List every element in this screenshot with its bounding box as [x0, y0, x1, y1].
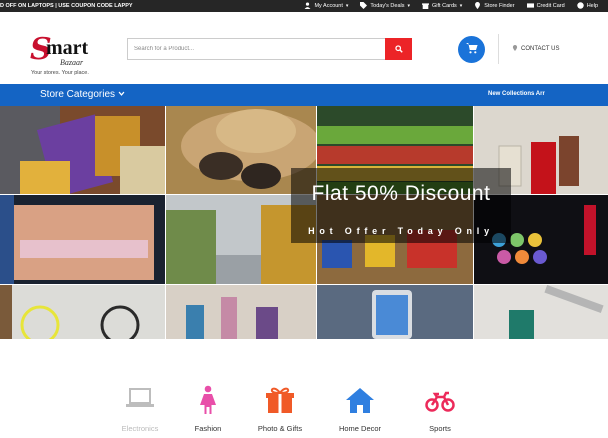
- top-nav: My Account ▾ Today's Deals ▾ Gift Cards …: [304, 0, 598, 12]
- caret-down-icon: ▾: [407, 3, 411, 9]
- store-finder-label: Store Finder: [484, 3, 515, 9]
- credit-card-link[interactable]: Credit Card: [526, 2, 565, 11]
- banner-tile-perfume: [166, 285, 317, 339]
- my-account-link[interactable]: My Account ▾: [304, 1, 349, 11]
- cart-button[interactable]: [458, 36, 485, 63]
- site-logo[interactable]: S mart Bazaar Your stores. Your place.: [30, 32, 100, 82]
- category-home-decor[interactable]: Home Decor: [320, 385, 400, 433]
- help-label: Help: [586, 3, 598, 9]
- banner-headline: Flat 50% Discount: [311, 182, 491, 205]
- gift-icon: [422, 2, 430, 11]
- map-marker-icon: [512, 45, 518, 53]
- help-icon: [576, 1, 584, 11]
- search-icon: [394, 40, 403, 58]
- motorcycle-icon: [400, 385, 480, 415]
- banner-subline: Hot Offer Today Only: [308, 226, 494, 236]
- logo-tagline: Your stores. Your place.: [31, 70, 89, 76]
- top-bar: D OFF ON LAPTOPS | USE COUPON CODE LAPPY…: [0, 0, 608, 12]
- todays-deals-label: Today's Deals: [370, 3, 405, 9]
- banner-tile-jewelry: [474, 285, 608, 339]
- category-photo-gifts[interactable]: Photo & Gifts: [240, 385, 320, 433]
- search-button[interactable]: [385, 38, 412, 60]
- contact-us-label: CONTACT US: [521, 46, 560, 52]
- gift-cards-link[interactable]: Gift Cards ▾: [422, 2, 462, 11]
- header-divider: [498, 34, 499, 64]
- category-fashion[interactable]: Fashion: [168, 385, 248, 433]
- search-input[interactable]: [128, 39, 386, 59]
- site-header: S mart Bazaar Your stores. Your place. C…: [0, 12, 608, 84]
- banner-tile-phone: [317, 285, 474, 339]
- credit-card-label: Credit Card: [536, 3, 565, 9]
- credit-card-icon: [526, 2, 534, 11]
- category-icons: Electronics Fashion Photo & Gifts Home D…: [0, 339, 608, 438]
- store-categories-label: Store Categories: [40, 89, 116, 100]
- logo-sub: Bazaar: [60, 58, 84, 67]
- category-bar: Store Categories New Collections Arr: [0, 84, 608, 106]
- gift-cards-label: Gift Cards: [432, 3, 457, 9]
- banner-tile-bicycle: [0, 285, 166, 339]
- caret-down-icon: ▾: [459, 3, 463, 9]
- my-account-label: My Account: [314, 3, 343, 9]
- category-label: Photo & Gifts: [257, 424, 303, 433]
- store-categories-menu[interactable]: Store Categories: [40, 89, 125, 100]
- banner-tile-bags: [0, 106, 166, 195]
- category-label: Fashion: [194, 424, 222, 433]
- category-label: Home Decor: [338, 424, 382, 433]
- caret-down-icon: ▾: [345, 3, 349, 9]
- todays-deals-link[interactable]: Today's Deals ▾: [360, 1, 411, 11]
- map-marker-icon: [474, 1, 481, 11]
- woman-icon: [168, 385, 248, 415]
- chevron-down-icon: [118, 89, 125, 100]
- store-finder-link[interactable]: Store Finder: [474, 1, 515, 11]
- banner-tile-crib: [0, 195, 166, 285]
- home-icon: [320, 385, 400, 415]
- tag-icon: [360, 1, 368, 11]
- user-icon: [304, 1, 311, 11]
- contact-us-link[interactable]: CONTACT US: [512, 45, 559, 53]
- shopping-cart-icon: [465, 41, 478, 59]
- new-collections-ticker[interactable]: New Collections Arr: [488, 91, 545, 97]
- search-box: [127, 38, 412, 60]
- category-sports[interactable]: Sports: [400, 385, 480, 433]
- category-label: Sports: [429, 424, 451, 433]
- logo-word: mart: [46, 37, 89, 59]
- gift-icon: [240, 385, 320, 415]
- hero-banner[interactable]: Flat 50% Discount Hot Offer Today Only: [0, 106, 608, 339]
- help-link[interactable]: Help: [576, 1, 598, 11]
- promo-text: D OFF ON LAPTOPS | USE COUPON CODE LAPPY: [0, 3, 133, 9]
